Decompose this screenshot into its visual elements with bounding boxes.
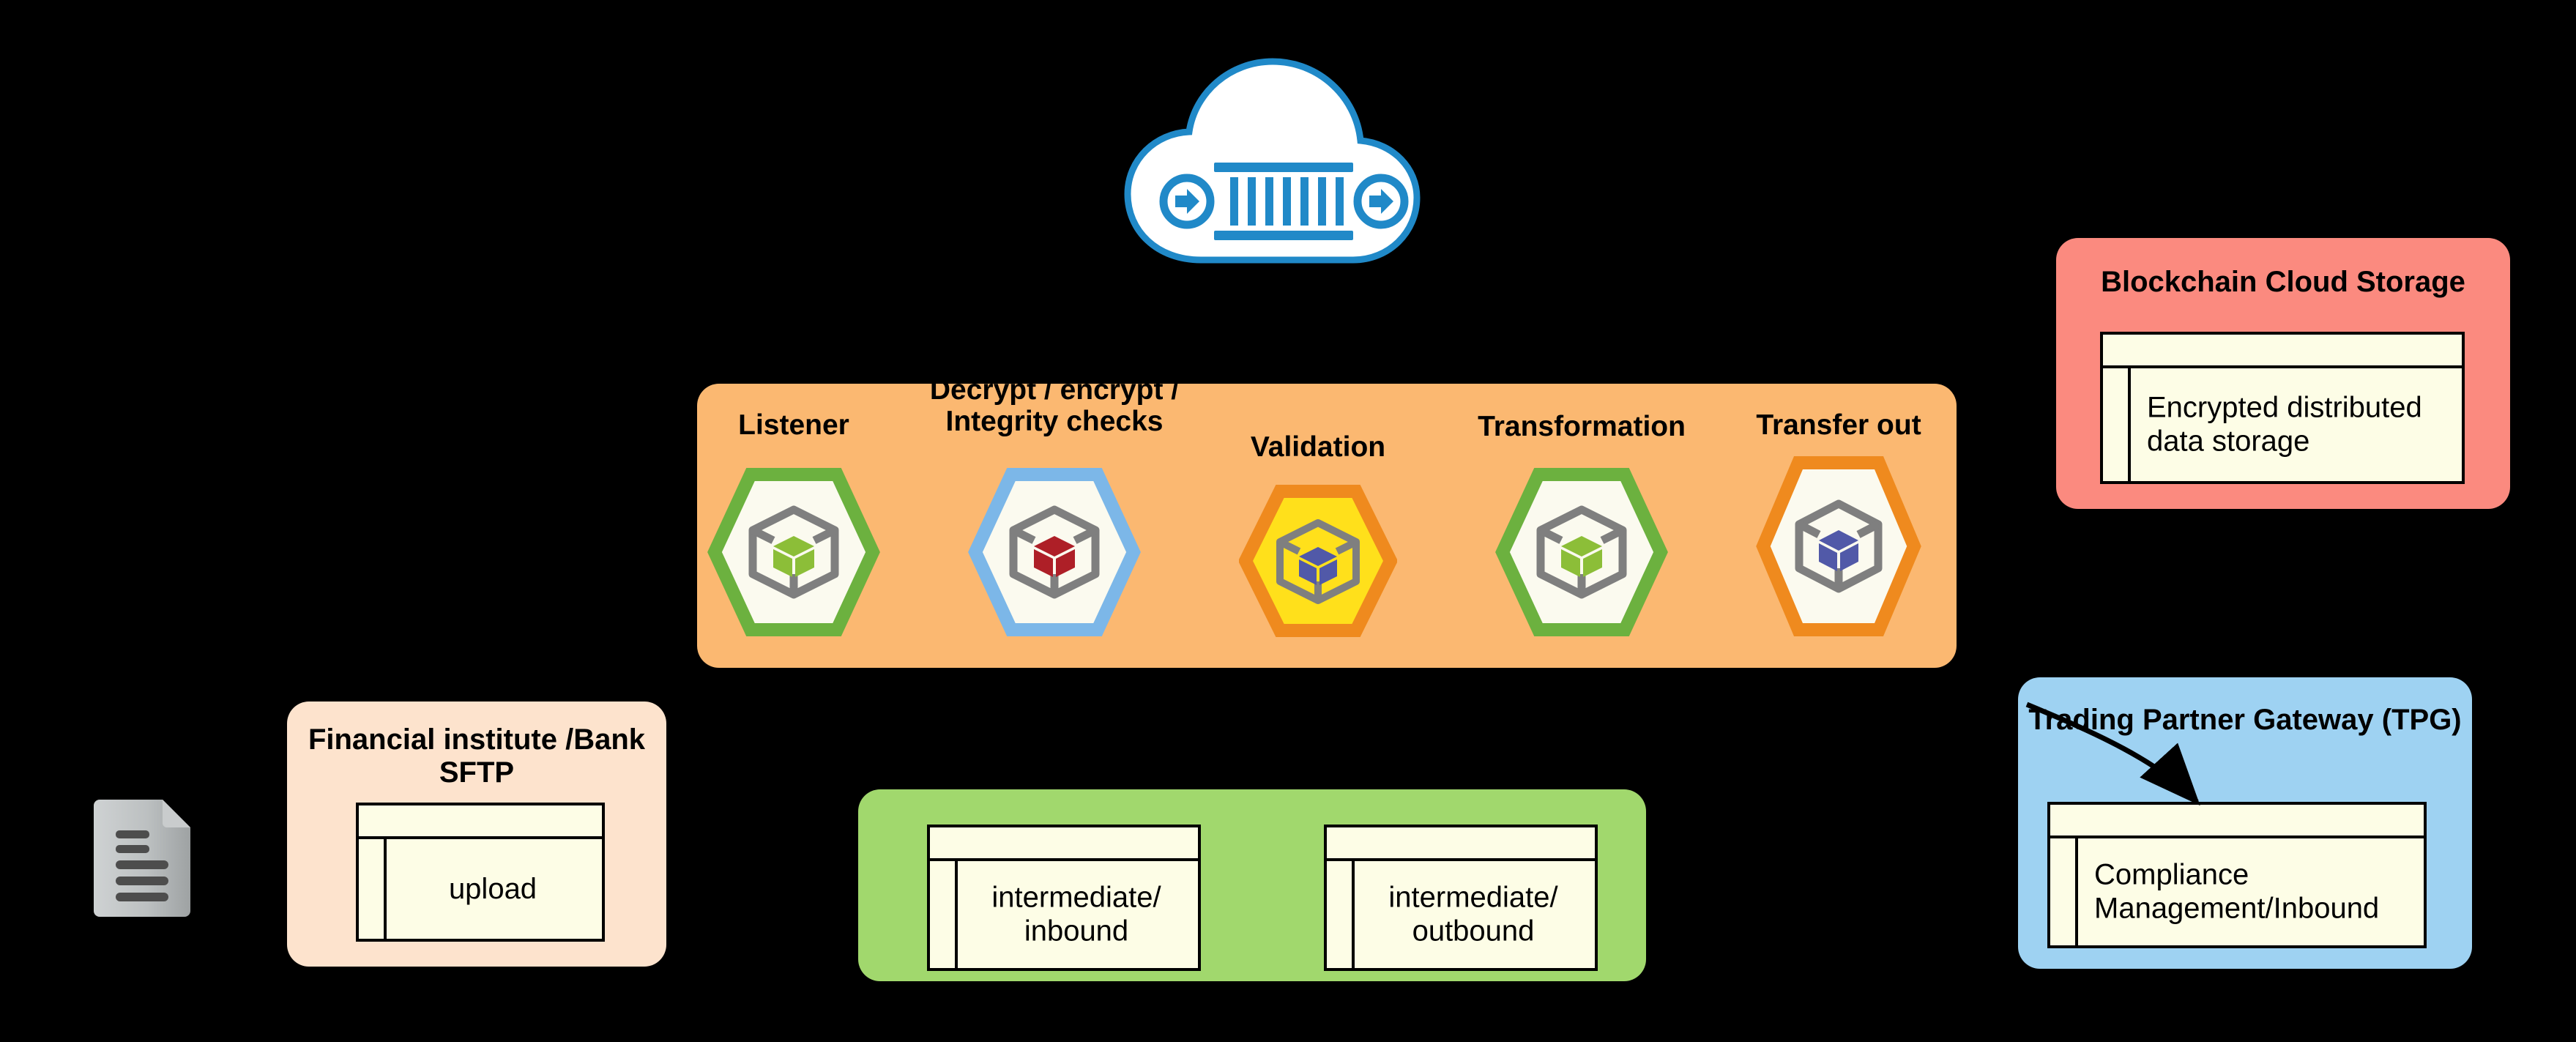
bank-sftp-group: Financial institute /Bank SFTP upload: [287, 702, 666, 967]
intermediate-outbound-rail: [1352, 861, 1355, 968]
bank-upload-store-header: [359, 805, 602, 839]
intermediate-outbound-store[interactable]: intermediate/ outbound: [1324, 825, 1598, 971]
intermediate-outbound-header: [1327, 827, 1595, 861]
bank-sftp-title: Financial institute /Bank SFTP: [308, 723, 646, 789]
diagram-canvas: Listener Decrypt / encrypt / Integrity c…: [0, 0, 2576, 1042]
intermediate-inbound-store[interactable]: intermediate/ inbound: [927, 825, 1201, 971]
intermediate-outbound-label: intermediate/ outbound: [1388, 881, 1558, 948]
bank-upload-store[interactable]: upload: [356, 803, 605, 942]
intermediate-inbound-header: [930, 827, 1198, 861]
connector-into-tpg-store: [2025, 702, 2200, 806]
bank-upload-store-rail: [384, 839, 387, 939]
intermediate-inbound-rail: [955, 861, 958, 968]
intermediate-outbound-body: intermediate/ outbound: [1327, 861, 1595, 968]
intermediate-group: intermediate/ inbound intermediate/ outb…: [858, 789, 1646, 981]
intermediate-inbound-body: intermediate/ inbound: [930, 861, 1198, 968]
bank-upload-store-label: upload: [448, 872, 537, 905]
bank-upload-store-body: upload: [359, 839, 602, 939]
intermediate-inbound-label: intermediate/ inbound: [991, 881, 1161, 948]
